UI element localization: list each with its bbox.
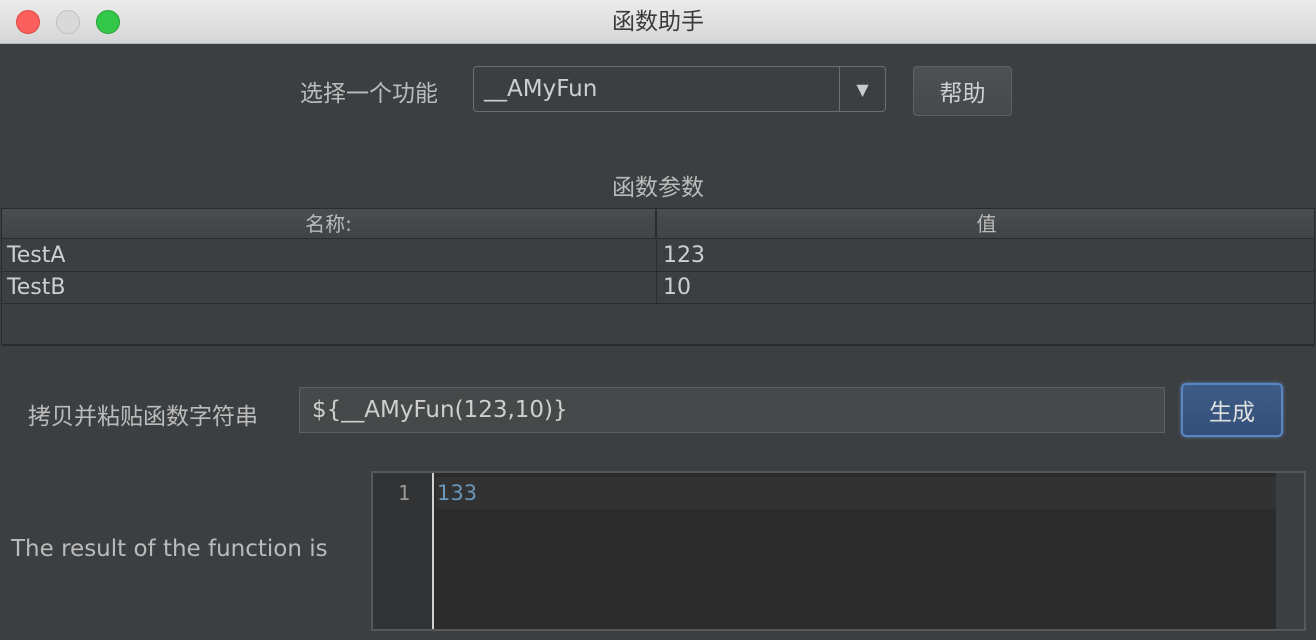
copy-string-label: 拷贝并粘贴函数字符串	[28, 404, 258, 430]
table-row[interactable]: TestB 10	[2, 272, 1314, 304]
function-select-value: __AMyFun	[484, 76, 598, 102]
result-text[interactable]: 133	[437, 481, 477, 505]
title-bar: 函数助手	[0, 0, 1316, 44]
param-value-cell[interactable]: 10	[658, 272, 1314, 303]
chevron-down-icon[interactable]: ▼	[839, 67, 885, 111]
help-button[interactable]: 帮助	[913, 66, 1012, 116]
param-name-cell[interactable]: TestB	[2, 272, 657, 303]
generate-button[interactable]: 生成	[1181, 383, 1283, 437]
table-header: 名称: 值	[2, 209, 1314, 239]
params-title: 函数参数	[612, 175, 704, 201]
line-number: 1	[397, 481, 410, 505]
current-line-highlight	[436, 477, 1276, 509]
column-header-name[interactable]: 名称:	[2, 209, 657, 239]
line-number-gutter: 1	[373, 473, 434, 629]
window-title: 函数助手	[612, 9, 704, 35]
params-table: 名称: 值 TestA 123 TestB 10	[1, 208, 1315, 346]
function-select-dropdown[interactable]: __AMyFun ▼	[473, 66, 886, 112]
vertical-scrollbar[interactable]	[1276, 473, 1304, 629]
column-header-value[interactable]: 值	[659, 209, 1314, 239]
param-value-cell[interactable]: 123	[658, 240, 1314, 271]
table-row[interactable]: TestA 123	[2, 240, 1314, 272]
function-string-input[interactable]	[299, 387, 1165, 433]
result-label: The result of the function is	[11, 536, 328, 562]
result-editor[interactable]: 1 133	[371, 471, 1306, 631]
param-name-cell[interactable]: TestA	[2, 240, 657, 271]
function-select-label: 选择一个功能	[300, 81, 438, 107]
